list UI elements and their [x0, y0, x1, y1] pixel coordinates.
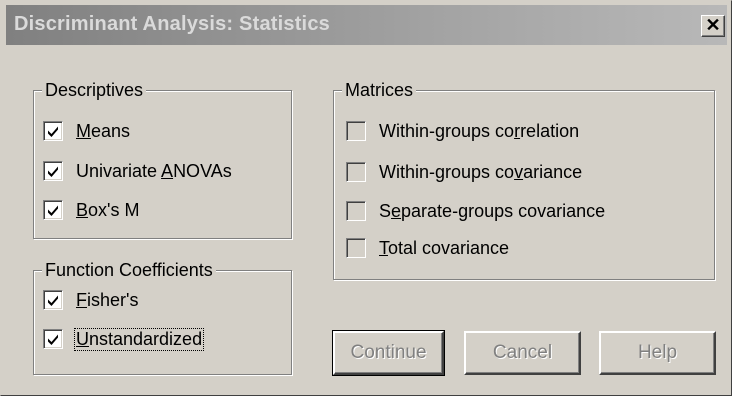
checkmark-icon — [48, 205, 58, 216]
close-button[interactable]: ✕ — [701, 15, 725, 37]
separate-groups-covariance-label: Separate-groups covariance — [379, 200, 606, 221]
title-bar[interactable]: Discriminant Analysis: Statistics ✕ — [6, 5, 727, 45]
boxs-m-label: Box's M — [76, 199, 140, 220]
matrices-group: Matrices Within-groups correlation Withi… — [333, 78, 715, 280]
total-covariance-checkbox[interactable] — [346, 238, 366, 258]
total-covariance-row[interactable]: Total covariance — [346, 235, 510, 261]
checkmark-icon — [48, 295, 58, 306]
univariate-anovas-checkbox-row[interactable]: Univariate ANOVAs — [43, 158, 233, 184]
unstandardized-label: Unstandardized — [73, 327, 205, 351]
continue-label: Continue — [350, 342, 427, 363]
fishers-checkbox[interactable] — [43, 290, 63, 310]
checkmark-icon — [48, 334, 58, 345]
dialog-window: Discriminant Analysis: Statistics ✕ Desc… — [0, 0, 732, 396]
univariate-anovas-checkbox[interactable] — [43, 161, 63, 181]
function-coefficients-group: Function Coefficients Fisher's Unstandar… — [33, 258, 292, 375]
separate-groups-covariance-row[interactable]: Separate-groups covariance — [346, 198, 606, 224]
descriptives-group: Descriptives Means Univariate ANOVAs Box… — [33, 78, 292, 239]
fishers-label: Fisher's — [76, 289, 139, 310]
cancel-label: Cancel — [492, 342, 553, 363]
cancel-button[interactable]: Cancel — [464, 331, 581, 375]
fishers-checkbox-row[interactable]: Fisher's — [43, 287, 139, 313]
close-icon: ✕ — [705, 15, 721, 35]
boxs-m-checkbox[interactable] — [43, 200, 63, 220]
function-coefficients-legend: Function Coefficients — [42, 258, 216, 282]
within-groups-correlation-label: Within-groups correlation — [379, 120, 580, 141]
within-groups-covariance-row[interactable]: Within-groups covariance — [346, 159, 583, 185]
within-groups-covariance-checkbox[interactable] — [346, 162, 366, 182]
means-label: Means — [76, 120, 131, 141]
continue-button[interactable]: Continue — [332, 330, 445, 376]
boxs-m-checkbox-row[interactable]: Box's M — [43, 197, 140, 223]
unstandardized-checkbox-row[interactable]: Unstandardized — [43, 326, 205, 352]
total-covariance-label: Total covariance — [379, 237, 510, 258]
means-checkbox[interactable] — [43, 121, 63, 141]
window-title: Discriminant Analysis: Statistics — [14, 13, 330, 35]
checkmark-icon — [48, 166, 58, 177]
matrices-legend: Matrices — [342, 78, 417, 102]
within-groups-correlation-row[interactable]: Within-groups correlation — [346, 118, 580, 144]
means-checkbox-row[interactable]: Means — [43, 118, 131, 144]
within-groups-correlation-checkbox[interactable] — [346, 121, 366, 141]
unstandardized-checkbox[interactable] — [43, 329, 63, 349]
checkmark-icon — [48, 126, 58, 137]
within-groups-covariance-label: Within-groups covariance — [379, 161, 583, 182]
separate-groups-covariance-checkbox[interactable] — [346, 201, 366, 221]
univariate-anovas-label: Univariate ANOVAs — [76, 160, 232, 181]
help-button[interactable]: Help — [599, 331, 716, 375]
help-label: Help — [637, 342, 678, 363]
descriptives-legend: Descriptives — [42, 78, 147, 102]
